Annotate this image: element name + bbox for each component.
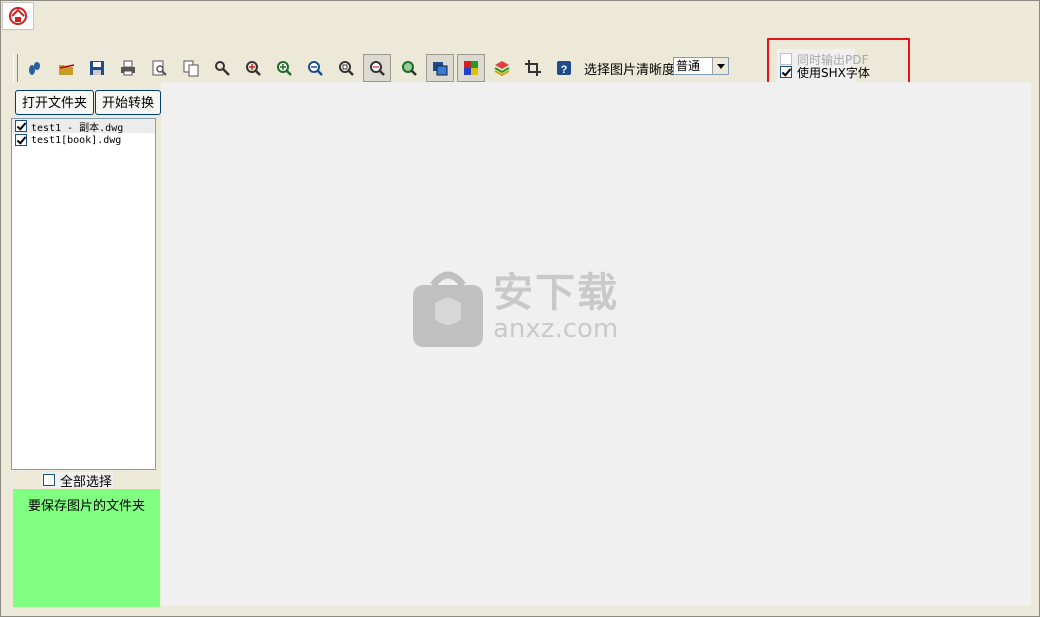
zoom-realtime-icon xyxy=(402,61,417,76)
footprint-icon xyxy=(29,62,40,75)
zoom-window-icon xyxy=(370,61,385,76)
save-icon xyxy=(90,61,104,75)
background-color-button[interactable] xyxy=(426,54,454,82)
zoom-extents-button[interactable] xyxy=(332,54,360,82)
zoom-in-icon xyxy=(277,61,292,76)
list-item[interactable]: test1 - 副本.dwg xyxy=(12,119,155,134)
open-folder-button[interactable]: 打开文件夹 xyxy=(15,90,95,115)
select-all-checkbox[interactable] xyxy=(43,474,55,486)
select-all-label: 全部选择 xyxy=(60,474,113,490)
list-item[interactable]: test1[book].dwg xyxy=(12,133,155,147)
copy-page-icon xyxy=(183,60,199,77)
footprint-button[interactable] xyxy=(20,54,48,82)
file-checkbox[interactable] xyxy=(15,134,27,146)
help-button[interactable]: ? xyxy=(550,54,578,82)
watermark-title: 安下载 xyxy=(493,270,619,316)
print-preview-button[interactable] xyxy=(145,54,173,82)
file-list[interactable]: test1 - 副本.dwg test1[book].dwg xyxy=(11,118,156,470)
search-button[interactable] xyxy=(208,54,236,82)
file-name: test1 - 副本.dwg xyxy=(31,122,124,134)
crop-icon xyxy=(525,60,541,76)
color-palette-button[interactable] xyxy=(457,54,485,82)
zoom-out-button[interactable] xyxy=(301,54,329,82)
color-palette-icon xyxy=(464,61,478,75)
file-checkbox[interactable] xyxy=(15,120,27,132)
search-icon xyxy=(215,61,230,76)
print-icon xyxy=(121,60,135,76)
open-folder-button[interactable] xyxy=(52,54,80,82)
quality-label: 选择图片清晰度: xyxy=(584,63,680,78)
start-convert-button[interactable]: 开始转换 xyxy=(95,90,162,115)
app-logo xyxy=(2,2,34,30)
copy-page-button[interactable] xyxy=(177,54,205,82)
quality-select-value: 普通 xyxy=(676,59,701,73)
background-color-icon xyxy=(433,62,448,76)
svg-text:?: ? xyxy=(561,64,568,76)
zoom-window-button[interactable] xyxy=(363,54,391,82)
save-folder-panel[interactable]: 要保存图片的文件夹 xyxy=(13,489,160,607)
crop-button[interactable] xyxy=(519,54,547,82)
toolbar-grip[interactable] xyxy=(13,54,18,82)
file-name: test1[book].dwg xyxy=(31,134,122,146)
zoom-realtime-button[interactable] xyxy=(395,54,423,82)
watermark-subtitle: anxz.com xyxy=(493,314,619,344)
select-all-option[interactable]: 全部选择 xyxy=(41,472,113,490)
shield-icon xyxy=(413,271,483,347)
save-button[interactable] xyxy=(83,54,111,82)
zoom-out-icon xyxy=(308,61,323,76)
open-folder-icon xyxy=(59,64,75,75)
save-folder-label: 要保存图片的文件夹 xyxy=(27,499,145,514)
pan-icon xyxy=(246,61,261,76)
quality-select[interactable]: 普通 xyxy=(673,57,729,75)
pan-button[interactable] xyxy=(239,54,267,82)
zoom-in-button[interactable] xyxy=(270,54,298,82)
help-icon: ? xyxy=(557,61,571,76)
chevron-down-icon[interactable] xyxy=(712,58,728,74)
print-button[interactable] xyxy=(114,54,142,82)
watermark: 安下载 anxz.com xyxy=(413,267,619,347)
layers-icon xyxy=(494,61,510,77)
layers-button[interactable] xyxy=(488,54,516,82)
zoom-extents-icon xyxy=(339,61,354,76)
print-preview-icon xyxy=(152,60,167,76)
